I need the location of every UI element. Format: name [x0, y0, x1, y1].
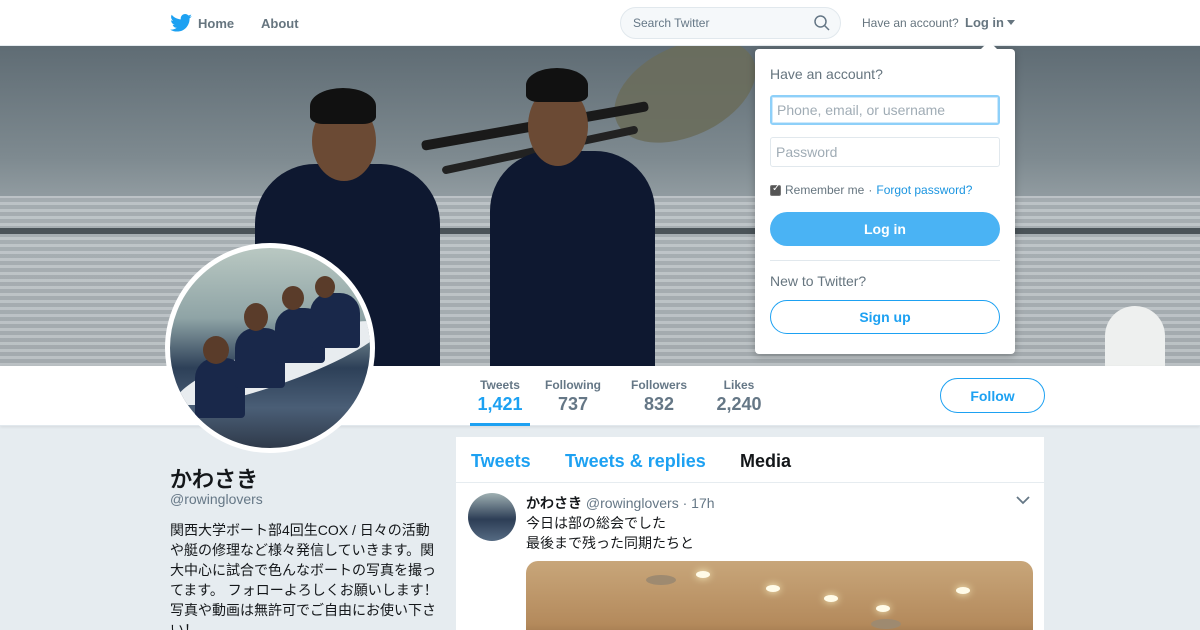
username-field[interactable]: [770, 95, 1000, 125]
stat-following[interactable]: Following 737: [544, 366, 602, 426]
tweet-text-line: 最後まで残った同期たちと: [526, 535, 694, 551]
login-menu-toggle[interactable]: Log in: [965, 15, 1015, 30]
timeline-tabs: Tweets Tweets & replies Media: [456, 437, 1044, 483]
top-navigation: Home About Search Twitter Have an accoun…: [0, 0, 1200, 46]
avatar-rower-head: [282, 286, 304, 310]
tab-media[interactable]: Media: [740, 451, 791, 472]
stat-label: Tweets: [480, 378, 520, 392]
stat-label: Likes: [723, 378, 755, 392]
profile-name: かわさき: [170, 467, 259, 492]
avatar-rower-head: [315, 276, 335, 298]
tweet-avatar[interactable]: [468, 493, 516, 541]
divider: [770, 260, 1000, 261]
login-dropdown-title: Have an account?: [770, 66, 883, 82]
banner-spectator: [1105, 306, 1165, 366]
login-button[interactable]: Log in: [770, 212, 1000, 246]
avatar-rower: [310, 293, 360, 348]
login-menu-label: Log in: [965, 15, 1004, 30]
follow-button[interactable]: Follow: [940, 378, 1045, 413]
tweet[interactable]: かわさき @rowinglovers · 17h 今日は部の総会でした 最後まで…: [456, 483, 1044, 630]
avatar-rower-head: [203, 336, 229, 364]
remember-separator: ·: [868, 183, 873, 197]
avatar-rower-head: [244, 303, 268, 331]
banner-person-hair: [526, 68, 588, 102]
stat-tweets[interactable]: Tweets 1,421: [470, 366, 530, 426]
tweet-timestamp[interactable]: 17h: [691, 495, 714, 511]
tweet-header: かわさき @rowinglovers · 17h: [526, 493, 715, 513]
search-box[interactable]: Search Twitter: [620, 7, 841, 39]
tab-tweets[interactable]: Tweets: [471, 451, 531, 472]
signup-button[interactable]: Sign up: [770, 300, 1000, 334]
forgot-password-link[interactable]: Forgot password?: [876, 183, 972, 197]
profile-bio: 関西大学ボート部4回生COX / 日々の活動や艇の修理など様々発信していきます。…: [170, 522, 438, 630]
stat-value: 737: [557, 394, 589, 414]
nav-home-link[interactable]: Home: [170, 0, 234, 46]
chevron-down-icon: [1007, 20, 1015, 25]
new-to-twitter-prompt: New to Twitter?: [770, 273, 867, 289]
search-icon[interactable]: [814, 15, 830, 31]
password-field[interactable]: [770, 137, 1000, 167]
twitter-bird-icon: [170, 14, 192, 32]
remember-me-row: Remember me · Forgot password?: [770, 183, 972, 197]
remember-me-checkbox[interactable]: [770, 183, 781, 196]
banner-person-hair: [310, 88, 376, 124]
profile-handle[interactable]: @rowinglovers: [170, 491, 263, 507]
tweet-text: 今日は部の総会でした 最後まで残った同期たちと: [526, 513, 694, 553]
tweet-media-photo[interactable]: [526, 561, 1033, 630]
nav-home-label: Home: [198, 15, 235, 31]
tab-tweets-and-replies[interactable]: Tweets & replies: [565, 451, 706, 472]
stat-likes[interactable]: Likes 2,240: [714, 366, 764, 426]
ceiling-light: [766, 585, 780, 592]
tweet-author-handle[interactable]: @rowinglovers: [586, 495, 679, 511]
stat-label: Following: [545, 378, 601, 392]
stat-value: 1,421: [477, 394, 523, 414]
ceiling-vent: [871, 619, 901, 629]
remember-me-label[interactable]: Remember me: [785, 183, 864, 197]
ceiling-light: [956, 587, 970, 594]
search-input[interactable]: Search Twitter: [633, 16, 709, 30]
chevron-down-icon[interactable]: [1016, 495, 1030, 505]
banner-person: [490, 151, 655, 366]
tweet-separator: ·: [682, 495, 688, 511]
stat-followers[interactable]: Followers 832: [629, 366, 689, 426]
account-prompt: Have an account?: [862, 16, 959, 30]
stat-value: 2,240: [716, 394, 762, 414]
tweet-author-name[interactable]: かわさき: [526, 495, 582, 511]
profile-avatar[interactable]: [165, 243, 375, 453]
tweet-text-line: 今日は部の総会でした: [526, 515, 666, 531]
nav-about-link[interactable]: About: [261, 0, 299, 46]
stat-label: Followers: [630, 378, 687, 392]
ceiling-light: [824, 595, 838, 602]
stat-value: 832: [643, 394, 675, 414]
ceiling-light: [696, 571, 710, 578]
login-dropdown: Have an account? Remember me · Forgot pa…: [755, 41, 1015, 354]
ceiling-vent: [646, 575, 676, 585]
timeline: Tweets Tweets & replies Media かわさき @rowi…: [456, 437, 1044, 630]
ceiling-light: [876, 605, 890, 612]
